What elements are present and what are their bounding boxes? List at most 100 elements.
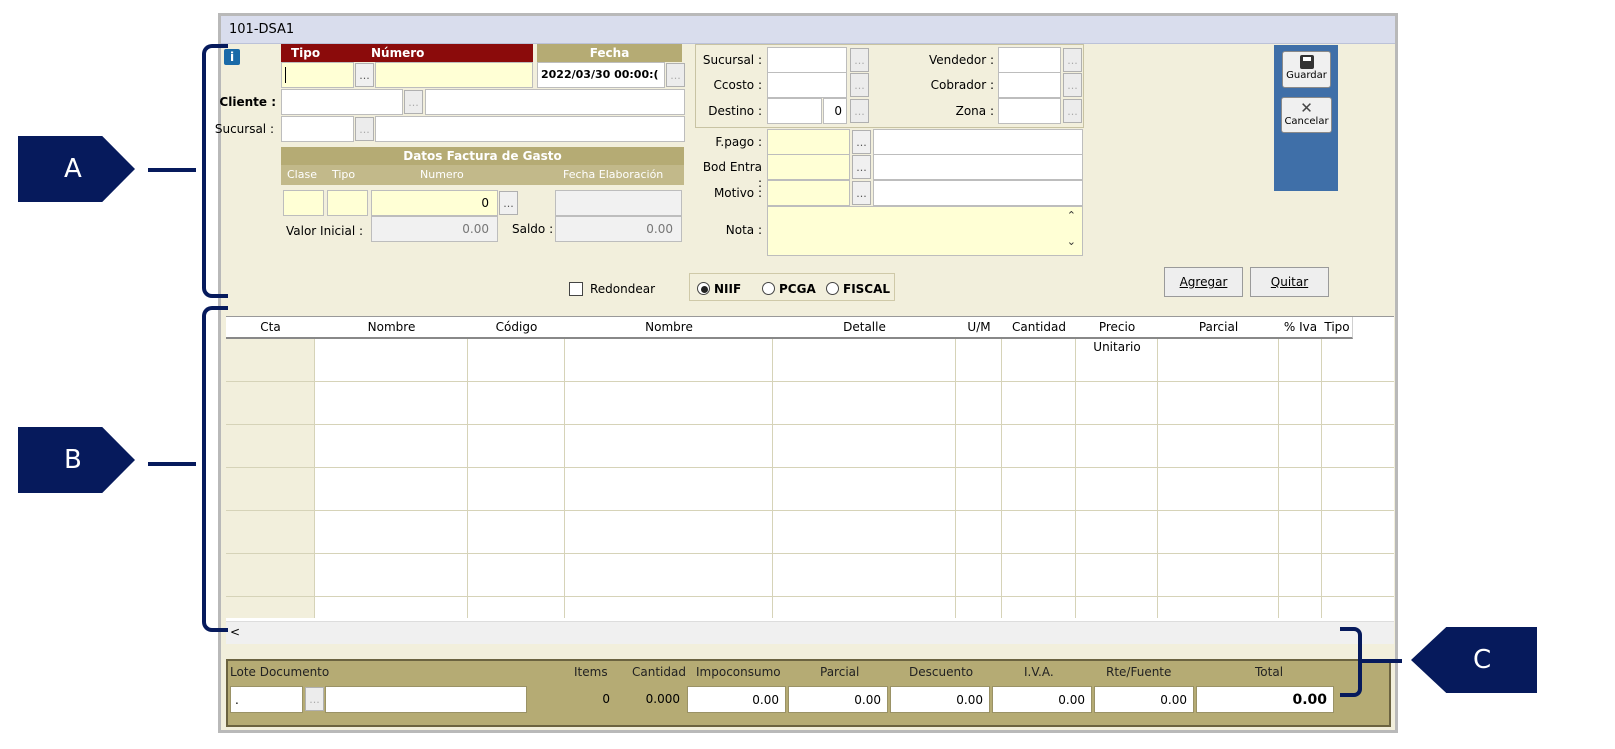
redondear-checkbox[interactable] (569, 282, 583, 296)
ccosto-input[interactable] (767, 72, 847, 98)
fecha-value: 2022/03/30 00:00:( (541, 68, 659, 81)
col-header-detalle[interactable]: Detalle (773, 317, 957, 339)
parcial-value: 0.00 (788, 686, 888, 713)
destino-value[interactable]: 0 (823, 98, 847, 124)
bracket-b-stem (148, 462, 196, 466)
ccosto-lookup-button[interactable]: ... (850, 73, 869, 97)
clase-input[interactable] (283, 190, 324, 216)
nota-scroll-up-icon[interactable]: ⌃ (1067, 209, 1076, 222)
cobrador-label: Cobrador : (930, 78, 994, 92)
nota-textarea[interactable]: ⌃ ⌄ (767, 206, 1083, 256)
cliente-lookup-button[interactable]: ... (404, 90, 423, 114)
quitar-button[interactable]: Quitar (1250, 267, 1329, 297)
bod-entra-description-input[interactable] (873, 154, 1083, 180)
fiscal-radio[interactable] (826, 282, 839, 295)
col-numero-label: Numero (420, 168, 464, 181)
col-header-cantidad[interactable]: Cantidad (1002, 317, 1077, 339)
fpago-description-input[interactable] (873, 129, 1083, 155)
impoconsumo-value: 0.00 (687, 686, 786, 713)
col-header-nombre-1[interactable]: Nombre (315, 317, 469, 339)
factura-gasto-subheader: Clase Tipo Numero Fecha Elaboración (281, 165, 684, 185)
fecha-elaboracion-input[interactable] (555, 190, 682, 216)
fpago-lookup-button[interactable]: ... (852, 130, 871, 154)
motivo-input[interactable] (767, 180, 850, 206)
sucursal-right-label: Sucursal : (702, 53, 762, 67)
sucursal-name-input[interactable] (375, 116, 685, 142)
sucursal-right-input[interactable] (767, 47, 847, 73)
tipo-numero-header: Tipo Número (281, 44, 533, 62)
table-row[interactable] (226, 510, 1394, 511)
tipo-input[interactable] (281, 62, 354, 88)
pcga-label: PCGA (779, 282, 816, 296)
bracket-c (1340, 627, 1362, 697)
horizontal-scrollbar[interactable]: < (226, 621, 1394, 644)
vendedor-lookup-button[interactable]: ... (1063, 48, 1082, 72)
callout-c: C (1411, 627, 1537, 693)
items-value: 0 (571, 686, 616, 713)
table-row[interactable] (226, 553, 1394, 554)
sucursal-right-lookup-button[interactable]: ... (850, 48, 869, 72)
detail-grid[interactable]: Cta Nombre Código Nombre Detalle U/M Can… (226, 316, 1394, 644)
numero-input[interactable] (375, 62, 533, 88)
col-clase-label: Clase (287, 168, 317, 181)
total-value: 0.00 (1196, 686, 1334, 713)
scroll-left-icon[interactable]: < (230, 625, 240, 639)
fpago-input[interactable] (767, 129, 850, 155)
fecha-input[interactable]: 2022/03/30 00:00:( (537, 62, 665, 88)
cliente-code-input[interactable] (281, 89, 403, 115)
destino-input[interactable] (767, 98, 822, 124)
numero-factura-input[interactable]: 0 (371, 190, 498, 216)
nota-scroll-down-icon[interactable]: ⌄ (1067, 235, 1076, 248)
tipo-label: Tipo (291, 46, 321, 60)
col-header-codigo[interactable]: Código (468, 317, 566, 339)
saldo-label: Saldo : (512, 222, 554, 236)
tipo-lookup-button[interactable]: ... (355, 63, 374, 87)
cancelar-button[interactable]: ✕ Cancelar (1281, 97, 1332, 133)
cliente-name-input[interactable] (425, 89, 685, 115)
cancelar-label: Cancelar (1284, 116, 1329, 127)
motivo-description-input[interactable] (873, 180, 1083, 206)
table-row[interactable] (226, 381, 1394, 382)
sucursal-code-input[interactable] (281, 116, 354, 142)
factura-gasto-title: Datos Factura de Gasto (281, 147, 684, 165)
bod-entra-input[interactable] (767, 154, 850, 180)
guardar-button[interactable]: Guardar (1282, 51, 1331, 88)
cobrador-lookup-button[interactable]: ... (1063, 73, 1082, 97)
tipo-factura-input[interactable] (327, 190, 368, 216)
numero-factura-lookup-button[interactable]: ... (499, 191, 518, 215)
motivo-lookup-button[interactable]: ... (852, 181, 871, 205)
fiscal-label: FISCAL (843, 282, 891, 296)
col-header-parcial[interactable]: Parcial (1158, 317, 1280, 339)
valor-inicial-value: 0.00 (371, 216, 498, 242)
table-row[interactable] (226, 596, 1394, 597)
callout-c-label: C (1473, 645, 1492, 675)
table-row[interactable] (226, 467, 1394, 468)
vendedor-input[interactable] (998, 47, 1061, 73)
col-header-iva[interactable]: % Iva (1279, 317, 1323, 339)
col-header-tipo[interactable]: Tipo (1322, 317, 1353, 339)
zona-input[interactable] (998, 98, 1061, 124)
sucursal-lookup-button[interactable]: ... (355, 117, 374, 141)
parcial-label: Parcial (820, 665, 860, 679)
col-header-precio-unitario[interactable]: Precio Unitario (1076, 317, 1159, 354)
niif-radio[interactable] (697, 282, 710, 295)
iva-label: I.V.A. (1024, 665, 1054, 679)
descuento-value: 0.00 (890, 686, 990, 713)
col-header-nombre-2[interactable]: Nombre (565, 317, 774, 339)
cobrador-input[interactable] (998, 72, 1061, 98)
lote-lookup-button[interactable]: ... (305, 687, 324, 711)
bod-entra-lookup-button[interactable]: ... (852, 155, 871, 179)
lote-description-input[interactable] (325, 686, 527, 713)
agregar-button[interactable]: Agregar (1164, 267, 1243, 297)
zona-lookup-button[interactable]: ... (1063, 99, 1082, 123)
lote-documento-input[interactable]: . (230, 686, 303, 713)
cantidad-label: Cantidad (632, 665, 686, 679)
col-header-cta[interactable]: Cta (226, 317, 316, 339)
destino-lookup-button[interactable]: ... (850, 99, 869, 123)
pcga-radio[interactable] (762, 282, 775, 295)
fecha-picker-button[interactable]: ... (666, 63, 685, 87)
saldo-value: 0.00 (555, 216, 682, 242)
col-header-um[interactable]: U/M (956, 317, 1003, 339)
fecha-header: Fecha (537, 44, 682, 62)
table-row[interactable] (226, 424, 1394, 425)
